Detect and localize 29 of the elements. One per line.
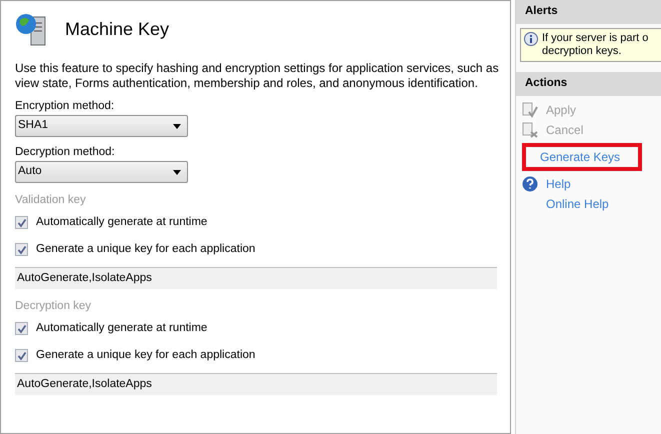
check-icon: [16, 350, 26, 360]
check-icon: [16, 218, 26, 228]
caret-icon: [173, 170, 181, 174]
check-icon: [16, 244, 26, 254]
info-icon: [524, 32, 538, 46]
dropdown[interactable]: SHA1: [15, 115, 188, 137]
alerts-header: Alerts: [516, 0, 661, 24]
action-link[interactable]: Help: [546, 175, 571, 193]
checkbox-label: Generate a unique key for each application: [36, 242, 256, 257]
checkbox-label: Generate a unique key for each application: [36, 348, 256, 363]
document-check-icon: [522, 102, 538, 118]
checkbox-label: Automatically generate at runtime: [36, 214, 208, 230]
check-icon: [16, 324, 26, 334]
checkbox-label: Automatically generate at runtime: [36, 320, 208, 336]
document-x-icon: [522, 122, 538, 138]
alert-text: decryption keys.: [542, 45, 622, 58]
dropdown[interactable]: Auto: [15, 161, 188, 183]
alert-text: If your server is part o: [542, 32, 648, 45]
field-label: Encryption method:: [15, 99, 116, 114]
help-icon: [522, 176, 538, 192]
description-text: Use this feature to specify hashing and encryption settings for application services, such as view state, Forms authentication, membership and roles, and anonymous identification.: [15, 61, 500, 91]
action-link[interactable]: Generate Keys: [540, 148, 620, 166]
section-label: Decryption key: [15, 299, 92, 314]
actions-header: Actions: [516, 72, 661, 96]
field-label: Decryption method:: [15, 145, 116, 160]
section-label: Validation key: [15, 193, 87, 208]
page-title: Machine Key: [65, 18, 170, 41]
action-link[interactable]: Online Help: [546, 195, 609, 213]
caret-icon: [173, 124, 181, 128]
